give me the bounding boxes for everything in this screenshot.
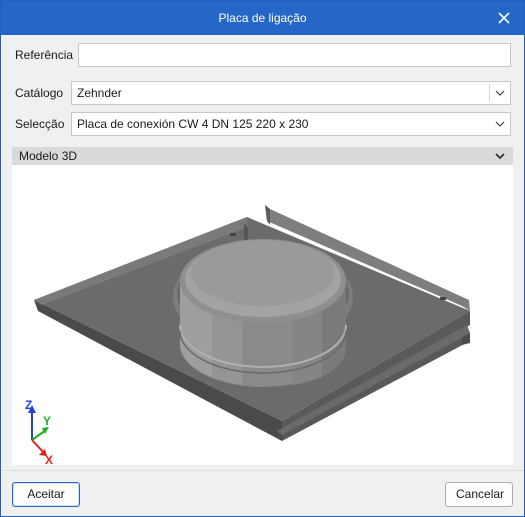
catalog-label: Catálogo (15, 86, 64, 100)
axis-x-label: X (45, 453, 53, 465)
reference-row: Referência (2, 43, 523, 67)
dialog-footer: Aceitar Cancelar (2, 470, 523, 515)
chevron-down-icon[interactable] (490, 82, 510, 104)
model-3d-title: Modelo 3D (19, 149, 78, 163)
chevron-down-icon[interactable] (490, 113, 510, 135)
selection-row: Selecção Placa de conexión CW 4 DN 125 2… (2, 112, 523, 136)
axis-y-label: Y (43, 414, 51, 428)
axis-z-label: Z (25, 398, 32, 412)
dialog-window: Placa de ligação Referência Catálogo Zeh… (0, 0, 525, 517)
accept-button[interactable]: Aceitar (12, 482, 80, 507)
catalog-select[interactable]: Zehnder (71, 81, 511, 105)
model-3d-header[interactable]: Modelo 3D (12, 147, 513, 165)
reference-label: Referência (15, 48, 74, 62)
selection-select-value: Placa de conexión CW 4 DN 125 220 x 230 (77, 117, 309, 131)
reference-field[interactable] (78, 43, 511, 67)
catalog-row: Catálogo Zehnder (2, 81, 523, 105)
axis-gizmo: Z Y X (25, 398, 53, 465)
chevron-down-icon[interactable] (493, 149, 507, 163)
dialog-content: Referência Catálogo Zehnder Selecção Pla… (2, 35, 523, 515)
cancel-button[interactable]: Cancelar (445, 482, 513, 507)
reference-input[interactable] (79, 44, 510, 66)
model-3d-viewport[interactable]: Z Y X (12, 165, 513, 465)
selection-select[interactable]: Placa de conexión CW 4 DN 125 220 x 230 (71, 112, 511, 136)
plate-back-wall-edge (265, 205, 270, 225)
model-3d-render: Z Y X (25, 205, 470, 465)
title-bar: Placa de ligação (1, 1, 524, 35)
catalog-select-value: Zehnder (77, 86, 122, 100)
selection-label: Selecção (15, 117, 65, 131)
close-icon[interactable] (494, 8, 514, 28)
dialog-title: Placa de ligação (218, 11, 307, 25)
